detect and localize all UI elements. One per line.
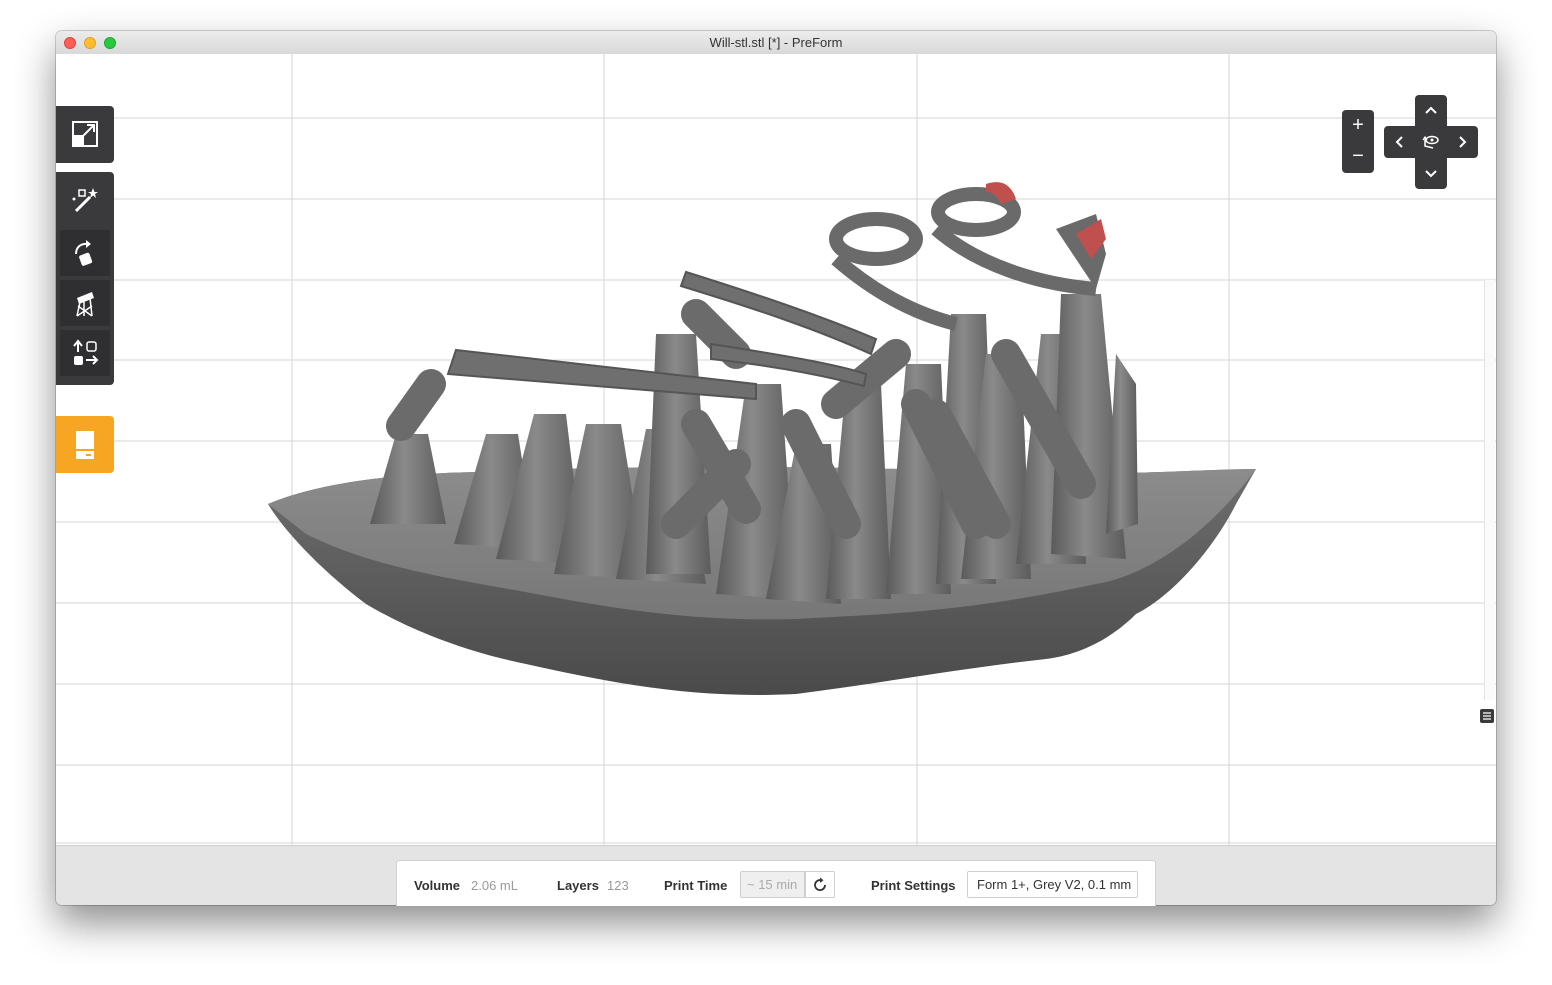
pan-down-button[interactable] <box>1421 164 1441 184</box>
menu-icon <box>1483 712 1491 720</box>
orbit-dpad <box>1384 95 1478 189</box>
supports-icon <box>76 292 94 317</box>
title-bar: Will-stl.stl [*] - PreForm <box>56 31 1496 55</box>
auto-support-button[interactable] <box>60 177 110 223</box>
3d-viewport[interactable]: + − <box>56 54 1496 845</box>
supports-button[interactable] <box>60 280 110 326</box>
print-settings-label: Print Settings <box>871 878 956 893</box>
zoom-out-button[interactable]: − <box>1342 141 1374 172</box>
scale-expand-button[interactable] <box>60 111 110 157</box>
magic-wand-icon <box>72 188 98 213</box>
print-info-panel: Volume 2.06 mL Layers 123 Print Time ~ 1… <box>396 860 1156 906</box>
print-time-field: ~ 15 min <box>740 871 805 898</box>
layer-slider-handle[interactable] <box>1480 709 1494 723</box>
app-window: Will-stl.stl [*] - PreForm + − <box>56 31 1496 905</box>
layers-value: 123 <box>607 878 629 893</box>
print-icon <box>76 430 94 459</box>
pan-right-button[interactable] <box>1453 132 1473 152</box>
expand-icon <box>72 121 98 147</box>
reset-view-button[interactable] <box>1421 132 1441 152</box>
volume-label: Volume <box>414 878 460 893</box>
print-settings-button[interactable]: Form 1+, Grey V2, 0.1 mm <box>967 871 1138 898</box>
layout-icon <box>73 339 99 365</box>
chevron-up-icon <box>1425 106 1437 114</box>
edit-tool-group <box>56 172 114 385</box>
chevron-left-icon <box>1395 136 1403 148</box>
pan-up-button[interactable] <box>1421 100 1441 120</box>
refresh-estimate-button[interactable] <box>805 871 835 898</box>
chevron-right-icon <box>1459 136 1467 148</box>
refresh-icon <box>814 877 826 891</box>
print-button[interactable] <box>56 416 114 473</box>
rotate-button[interactable] <box>60 230 110 276</box>
volume-value: 2.06 mL <box>471 878 518 893</box>
window-title: Will-stl.stl [*] - PreForm <box>709 35 843 50</box>
layer-slider-track[interactable] <box>1484 280 1495 700</box>
layout-button[interactable] <box>60 330 110 376</box>
view-tool-group <box>56 106 114 163</box>
eye-orbit-icon <box>1422 135 1439 149</box>
pan-left-button[interactable] <box>1389 132 1409 152</box>
zoom-in-button[interactable]: + <box>1342 110 1374 141</box>
chevron-down-icon <box>1425 170 1437 178</box>
zoom-controls: + − <box>1342 110 1374 173</box>
layers-label: Layers <box>557 878 599 893</box>
print-time-label: Print Time <box>664 878 728 893</box>
rotate-icon <box>75 240 93 266</box>
model-render[interactable] <box>56 54 1496 845</box>
